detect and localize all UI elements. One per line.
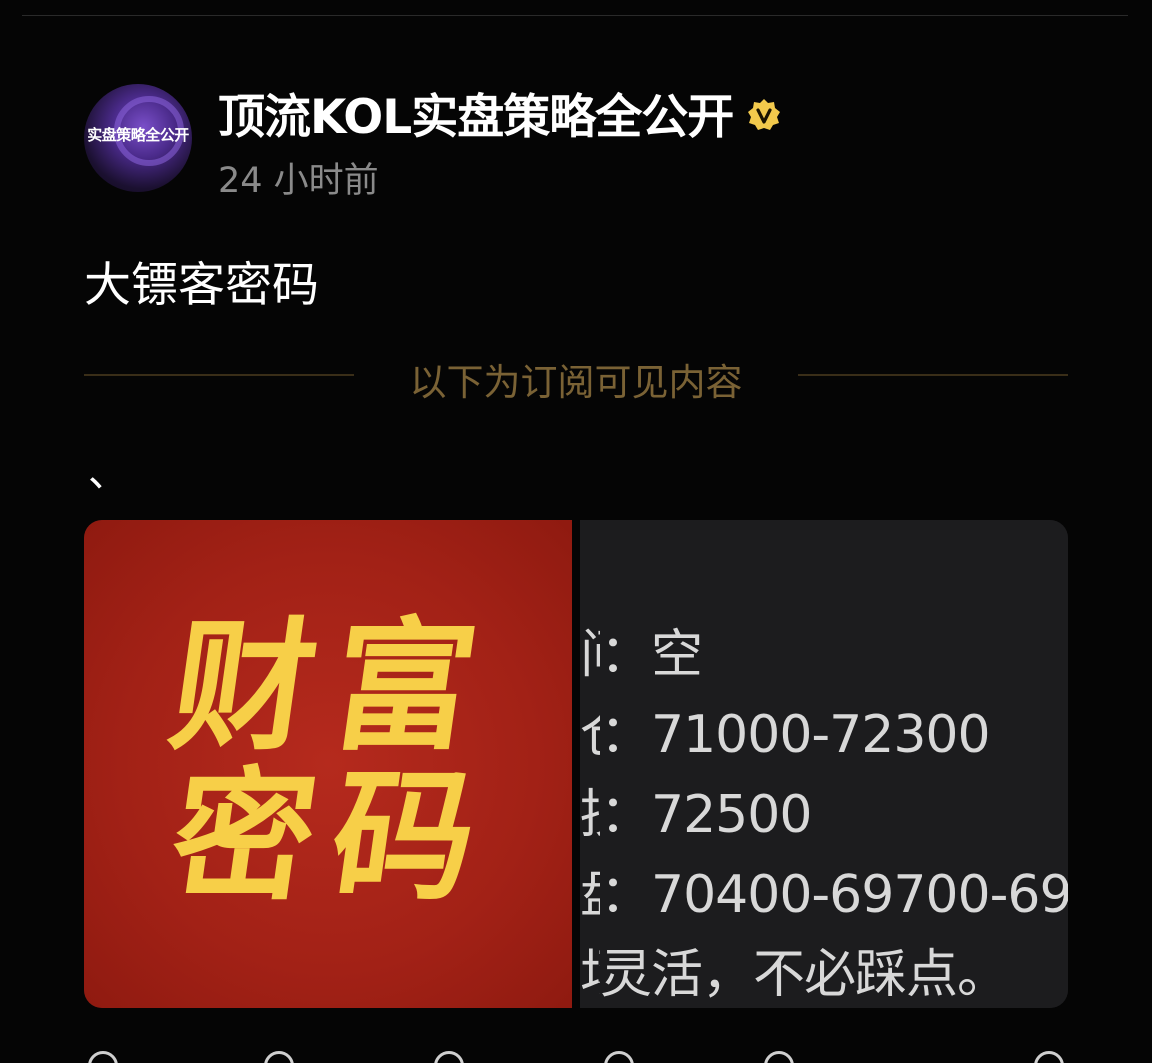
wealth-char: 富 [321,604,487,770]
avatar[interactable]: 实盘策略全公开 [84,84,192,192]
strategy-line-text: ：72500 [600,785,812,845]
author-row: 顶流KOL实盘策略全公开 [218,78,781,147]
wealth-code-image[interactable]: 财 富 密 码 [84,520,572,1008]
wealth-char: 财 [161,604,327,770]
repost-icon[interactable] [604,1051,634,1063]
strategy-line: 盘：70400-69700-69 [580,852,1068,927]
wealth-char: 码 [321,754,487,920]
strategy-line-text: ：71000-72300 [600,705,991,765]
strategy-line-prefix: 仓 [580,692,600,767]
subscriber-divider-line-right [798,374,1068,376]
strategy-line-prefix: 损 [580,772,600,847]
strategy-line-text: ：空 [600,625,703,685]
avatar-text: 实盘策略全公开 [87,126,189,144]
like-icon[interactable] [88,1051,118,1063]
wealth-code-title: 财 富 密 码 [161,604,486,920]
post-image-card[interactable]: 财 富 密 码 问：空 仓：71000-72300 损：72500 盘：7040… [84,520,1068,1008]
strategy-line: 问：空 [580,612,703,687]
post-timestamp: 24 小时前 [218,161,379,201]
post-page: 实盘策略全公开 顶流KOL实盘策略全公开 24 小时前 大镖客密码 以下为订阅可… [0,0,1152,1063]
more-icon[interactable] [764,1051,794,1063]
post-body-text: 、 [88,450,128,496]
strategy-screenshot-image[interactable]: 问：空 仓：71000-72300 损：72500 盘：70400-69700-… [580,520,1068,1008]
strategy-line: 仓：71000-72300 [580,692,991,767]
post-title: 大镖客密码 [84,258,319,313]
image-gap [572,520,580,1008]
verified-badge-icon [748,98,781,130]
tip-icon[interactable] [1034,1051,1064,1063]
author-name[interactable]: 顶流KOL实盘策略全公开 [218,78,734,147]
subscriber-divider-label: 以下为订阅可见内容 [409,361,743,404]
strategy-line: 场灵活，不必踩点。 [580,932,1009,1007]
strategy-line-text: 灵活，不必踩点。 [600,945,1009,1005]
wealth-char: 密 [161,754,327,920]
top-divider [22,15,1128,16]
strategy-line-prefix: 问 [580,612,600,687]
share-icon[interactable] [434,1051,464,1063]
strategy-line: 损：72500 [580,772,812,847]
strategy-line-prefix: 场 [580,932,600,1007]
strategy-line-prefix: 盘 [580,852,600,927]
comment-icon[interactable] [264,1051,294,1063]
action-bar [84,1045,1068,1063]
strategy-line-text: ：70400-69700-69 [600,865,1068,925]
subscriber-divider: 以下为订阅可见内容 [84,352,1068,404]
